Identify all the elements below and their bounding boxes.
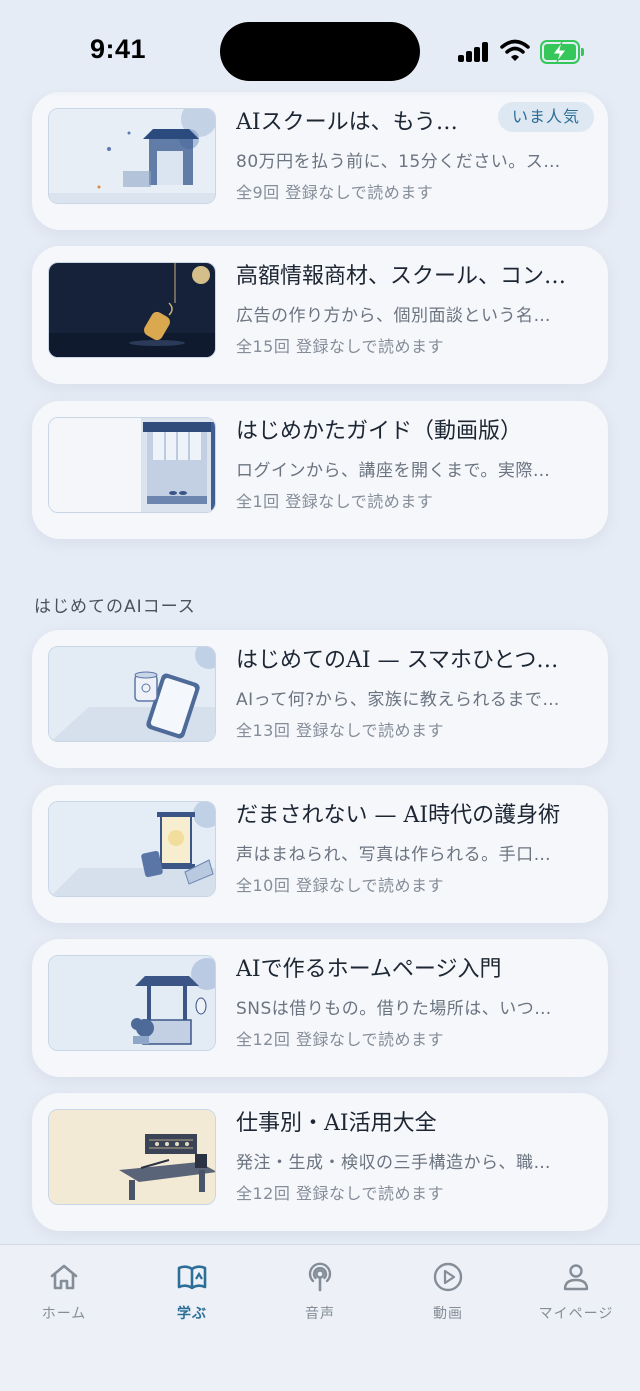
status-bar: 9:41 (0, 0, 640, 100)
course-title: AIで作るホームページ入門 (236, 957, 502, 982)
course-description: 声はまねられ、写真は作られる。手口… (236, 845, 552, 865)
play-icon (433, 1262, 463, 1292)
course-list[interactable]: AIスクールは、もう… いま人気 80万円を払う前に、15分ください。ス… 全9… (0, 0, 640, 1244)
popular-badge: いま人気 (498, 102, 595, 132)
tab-learn[interactable]: 学ぶ (128, 1261, 256, 1325)
course-thumbnail-lantern (48, 801, 216, 897)
course-card[interactable]: だまされない — AI時代の護身術 声はまねられ、写真は作られる。手口… 全10… (32, 785, 608, 923)
tab-video[interactable]: 動画 (384, 1261, 512, 1325)
course-meta: 全13回 登録なしで読めます (236, 721, 444, 740)
course-card[interactable]: 仕事別・AI活用大全 発注・生成・検収の三手構造から、職… 全12回 登録なしで… (32, 1093, 608, 1231)
course-card[interactable]: はじめてのAI — スマホひとつ… AIって何?から、家族に教えられるまで… 全… (32, 630, 608, 768)
course-thumbnail-abacus (48, 1109, 216, 1205)
status-time: 9:41 (90, 34, 147, 64)
course-meta: 全12回 登録なしで読めます (236, 1030, 444, 1049)
course-description: 80万円を払う前に、15分ください。ス… (236, 152, 561, 172)
course-description: SNSは借りもの。借りた場所は、いつ… (236, 999, 552, 1019)
course-meta: 全15回 登録なしで読めます (236, 337, 444, 356)
podcast-icon (308, 1262, 332, 1292)
course-thumbnail-phone-tea (48, 646, 216, 742)
dynamic-island (220, 22, 420, 81)
course-thumbnail-lure (48, 262, 216, 358)
course-meta: 全12回 登録なしで読めます (236, 1184, 444, 1203)
course-title: はじめてのAI — スマホひとつ… (236, 648, 559, 673)
tab-bar: ホーム 学ぶ 音声 動画 マイページ (0, 1244, 640, 1391)
course-card[interactable]: はじめかたガイド（動画版） ログインから、講座を開くまで。実際… 全1回 登録な… (32, 401, 608, 539)
battery-icon (540, 40, 584, 64)
course-card[interactable]: AIで作るホームページ入門 SNSは借りもの。借りた場所は、いつ… 全12回 登… (32, 939, 608, 1077)
tab-label: 動画 (433, 1306, 463, 1322)
wifi-icon (500, 39, 530, 61)
tab-home[interactable]: ホーム (0, 1261, 128, 1325)
book-icon (177, 1265, 207, 1290)
tab-audio[interactable]: 音声 (256, 1261, 384, 1325)
cellular-signal-icon (458, 42, 490, 62)
tab-mypage[interactable]: マイページ (512, 1261, 640, 1325)
course-title: 仕事別・AI活用大全 (236, 1111, 437, 1136)
course-card[interactable]: 高額情報商材、スクール、コン… 広告の作り方から、個別面談という名… 全15回 … (32, 246, 608, 384)
person-icon (563, 1264, 589, 1291)
tab-label: 学ぶ (177, 1306, 207, 1322)
course-title: だまされない — AI時代の護身術 (236, 803, 561, 828)
tab-label: ホーム (41, 1306, 87, 1322)
course-title: AIスクールは、もう… (236, 110, 458, 135)
course-description: AIって何?から、家族に教えられるまで… (236, 690, 560, 710)
course-title: はじめかたガイド（動画版） (236, 419, 523, 444)
course-thumbnail-gate (48, 108, 216, 204)
tab-label: 音声 (305, 1306, 335, 1322)
course-meta: 全1回 登録なしで読めます (236, 492, 434, 511)
course-description: 広告の作り方から、個別面談という名… (236, 306, 551, 326)
course-title: 高額情報商材、スクール、コン… (236, 264, 567, 289)
home-icon (50, 1264, 78, 1290)
course-thumbnail-doorway (48, 417, 216, 513)
course-description: ログインから、講座を開くまで。実際… (236, 461, 551, 481)
section-title: はじめてのAIコース (34, 597, 196, 617)
course-card[interactable]: AIスクールは、もう… いま人気 80万円を払う前に、15分ください。ス… 全9… (32, 92, 608, 230)
course-meta: 全10回 登録なしで読めます (236, 876, 444, 895)
course-meta: 全9回 登録なしで読めます (236, 183, 434, 202)
course-description: 発注・生成・検収の三手構造から、職… (236, 1153, 551, 1173)
tab-label: マイページ (538, 1306, 614, 1322)
course-thumbnail-well (48, 955, 216, 1051)
